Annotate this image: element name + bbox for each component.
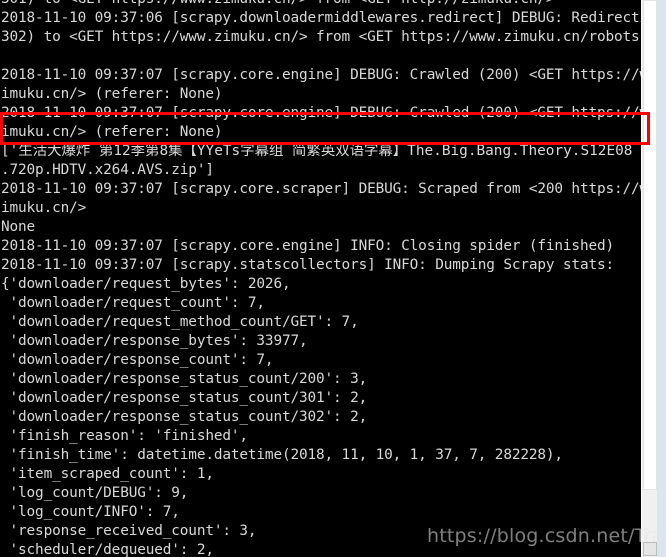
console-line: ['生活大爆炸 第12季第8集【YYeTs字幕组 简繁英双语字幕】The.Big…	[1, 143, 633, 159]
console-line: 'finish_reason': 'finished',	[1, 428, 249, 444]
console-line: 2018-11-10 09:37:07 [scrapy.core.engine]…	[1, 105, 641, 121]
console-line: 'scheduler/dequeued': 2,	[1, 542, 215, 557]
vertical-scrollbar[interactable]	[641, 0, 657, 557]
console-line: 'downloader/response_count': 7,	[1, 352, 274, 368]
console-line: 2018-11-10 09:37:07 [scrapy.core.engine]…	[1, 238, 615, 254]
console-line: 'item_scraped_count': 1,	[1, 466, 215, 482]
console-line: 2018-11-10 09:37:06 [scrapy.downloadermi…	[1, 10, 641, 26]
console-line: 'log_count/DEBUG': 9,	[1, 485, 189, 501]
console-line: 'downloader/response_status_count/302': …	[1, 409, 368, 425]
console-line: imuku.cn/> (referer: None)	[1, 124, 223, 140]
console-line: 301) to <GET https://www.zimuku.cn/> fro…	[0, 0, 641, 9]
console-line: .720p.HDTV.x264.AVS.zip']	[1, 162, 214, 178]
console-output-lines: 301) to <GET https://www.zimuku.cn/> fro…	[0, 0, 641, 557]
console-line: 'finish_time': datetime.datetime(2018, 1…	[1, 447, 564, 463]
console-line: 2018-11-10 09:37:07 [scrapy.statscollect…	[1, 257, 615, 273]
console-line: 302) to <GET https://www.zimuku.cn/> fro…	[1, 29, 641, 45]
console-line: None	[1, 219, 36, 235]
terminal-console[interactable]: 301) to <GET https://www.zimuku.cn/> fro…	[0, 0, 641, 557]
console-line: 2018-11-10 09:37:07 [scrapy.core.scraper…	[1, 181, 641, 197]
console-line: 'downloader/response_bytes': 33977,	[1, 333, 308, 349]
console-line: imuku.cn/>	[1, 200, 87, 216]
scrollbar-down-arrow-icon[interactable]	[643, 542, 657, 556]
console-line: 'log_count/INFO': 7,	[1, 504, 180, 520]
console-line: 'downloader/request_count': 7,	[1, 295, 266, 311]
console-line: {'downloader/request_bytes': 2026,	[1, 276, 291, 292]
scrollbar-thumb[interactable]	[643, 0, 657, 490]
screenshot-root: 301) to <GET https://www.zimuku.cn/> fro…	[0, 0, 666, 557]
console-line: 2018-11-10 09:37:07 [scrapy.core.engine]…	[1, 67, 641, 83]
console-line: imuku.cn/> (referer: None)	[1, 86, 223, 102]
console-line: 'response_received_count': 3,	[1, 523, 257, 539]
console-line: 'downloader/response_status_count/301': …	[1, 390, 368, 406]
window-right-edge-strip	[657, 0, 666, 557]
console-line: 'downloader/response_status_count/200': …	[1, 371, 368, 387]
console-line: 'downloader/request_method_count/GET': 7…	[1, 314, 359, 330]
